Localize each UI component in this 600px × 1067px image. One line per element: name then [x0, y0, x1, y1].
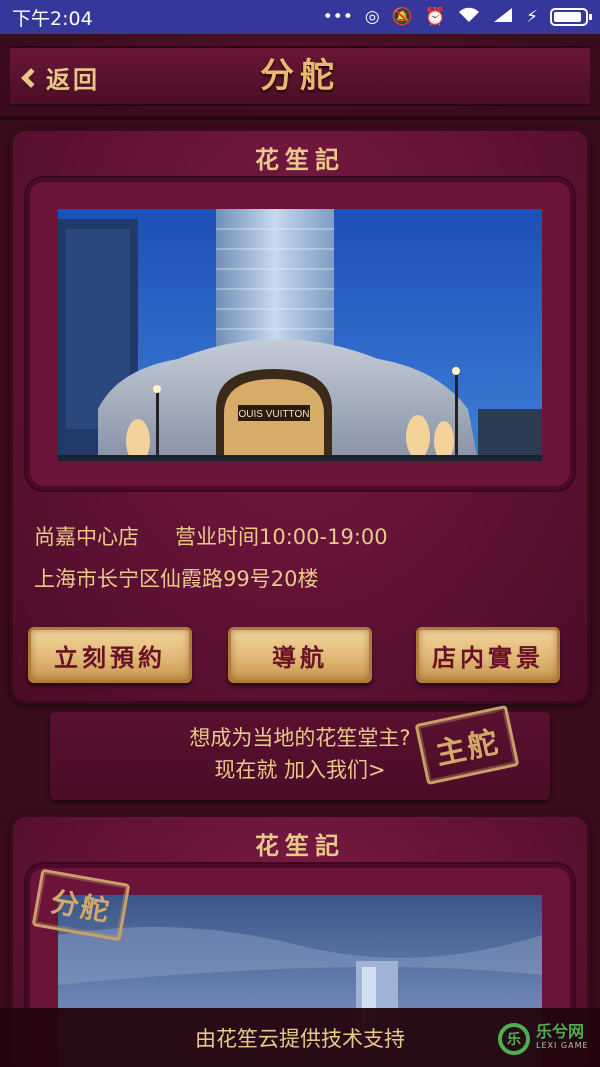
footer-text: 由花笙云提供技术支持 — [195, 1026, 405, 1051]
sync-icon: ◎ — [364, 7, 380, 27]
status-bar: 下午2:04 ••• ◎ 🔕 ⏰ ⚡ — [0, 0, 600, 34]
status-time: 下午2:04 — [12, 7, 93, 30]
card-title: 花笙記 — [255, 832, 345, 860]
watermark-sub: LEXI GAME — [536, 1041, 589, 1050]
top-nav: 返回 分舵 — [0, 34, 600, 120]
store-hours: 营业时间10:00-19:00 — [175, 525, 388, 549]
store-sign: OUIS VUITTON — [239, 409, 310, 420]
store-info: 尚嘉中心店 营业时间10:00-19:00 上海市长宁区仙霞路99号20楼 — [34, 516, 570, 600]
status-icons: ••• ◎ 🔕 ⏰ ⚡ — [322, 7, 592, 28]
page-title: 分舵 — [260, 56, 340, 96]
watermark-logo-icon: 乐 — [498, 1023, 530, 1055]
wifi-icon — [458, 7, 480, 28]
more-dots-icon: ••• — [322, 7, 353, 27]
reserve-button[interactable]: 立刻預約 — [28, 627, 192, 683]
store-name: 尚嘉中心店 — [34, 525, 139, 549]
photo-frame: OUIS VUITTON — [26, 178, 574, 490]
navigate-button[interactable]: 導航 — [228, 627, 372, 683]
watermark-main: 乐兮网 — [536, 1022, 585, 1041]
charging-icon: ⚡ — [526, 7, 538, 27]
signal-icon — [492, 7, 514, 28]
alarm-icon: ⏰ — [424, 7, 447, 27]
store-address: 上海市长宁区仙霞路99号20楼 — [34, 567, 319, 591]
mute-icon: 🔕 — [391, 7, 413, 27]
store-scene-button[interactable]: 店内實景 — [416, 627, 560, 683]
store-photo[interactable]: OUIS VUITTON — [58, 209, 542, 461]
battery-icon — [550, 8, 592, 26]
store-card: 花笙記 — [10, 128, 590, 704]
card-title: 花笙記 — [255, 146, 345, 174]
watermark: 乐 乐兮网 LEXI GAME — [498, 1018, 590, 1060]
